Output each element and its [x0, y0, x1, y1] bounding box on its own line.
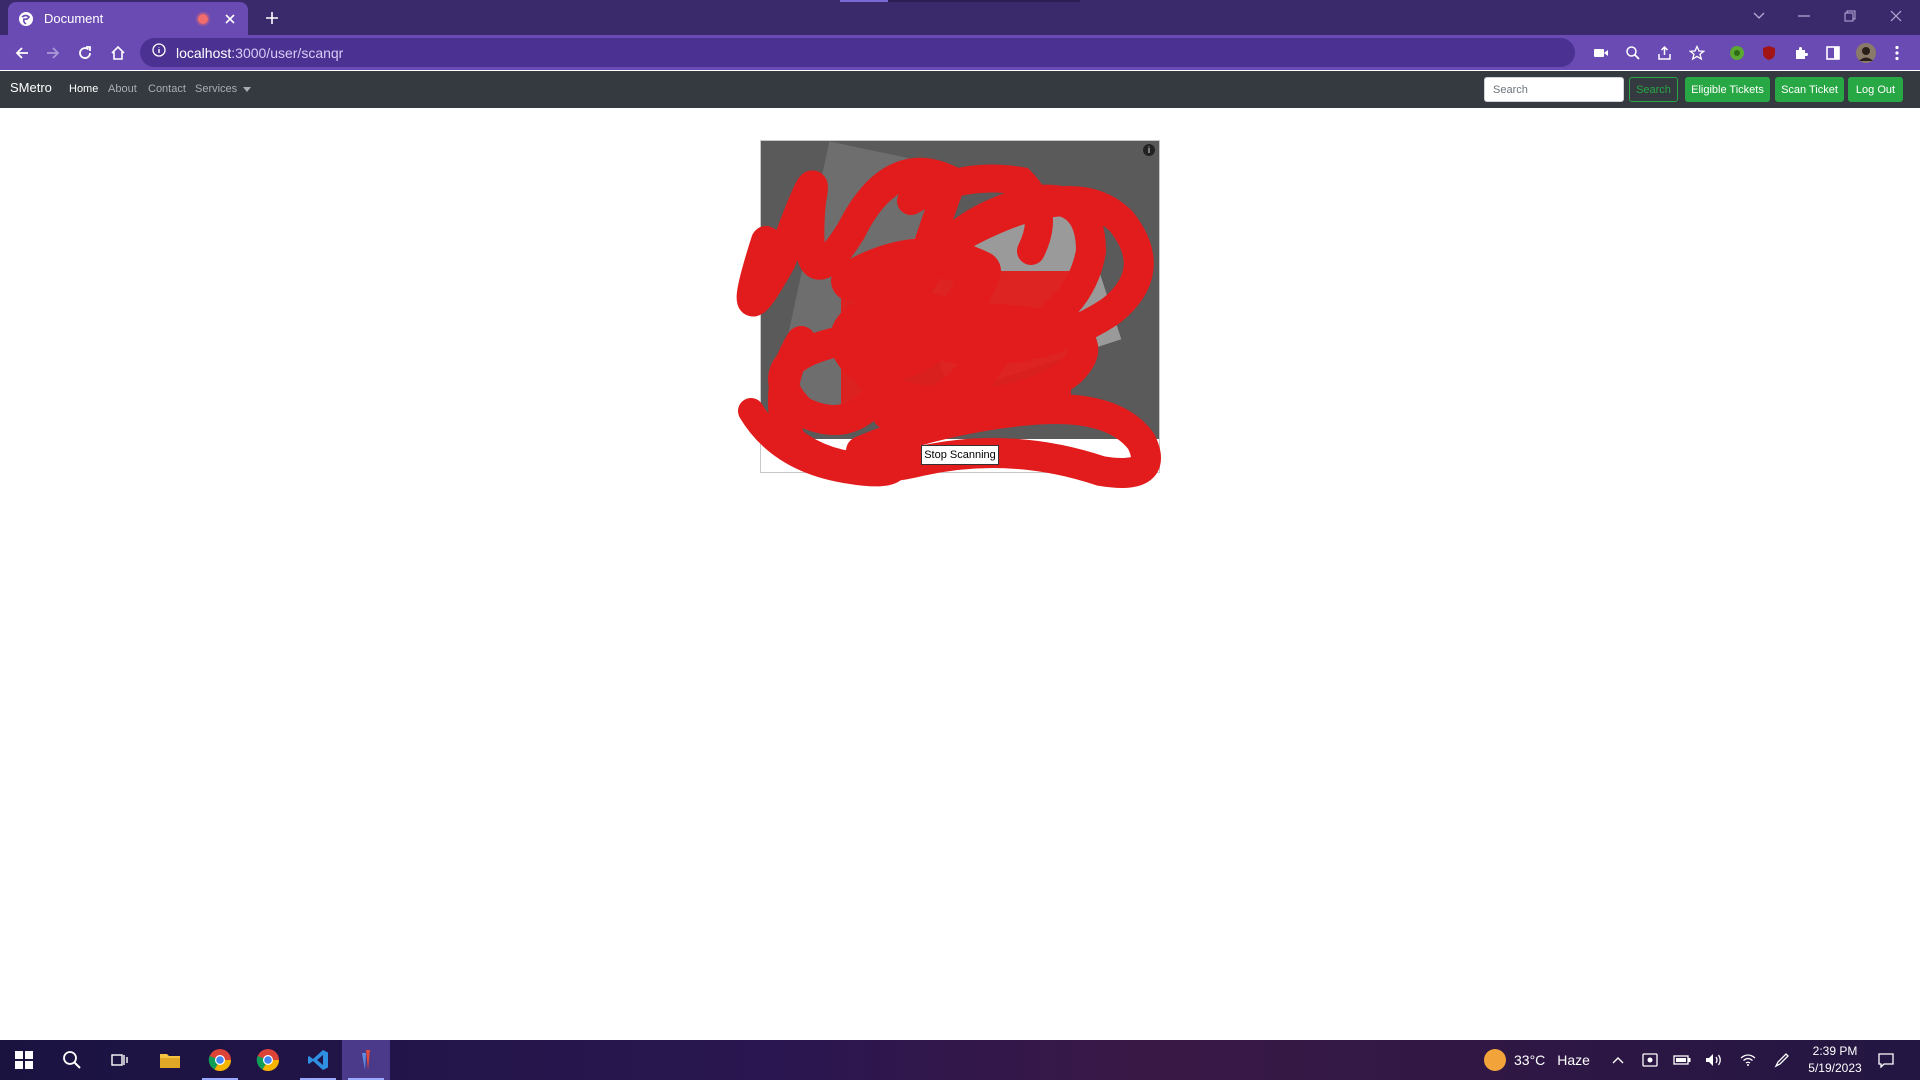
weather-temperature: 33°C	[1514, 1052, 1546, 1068]
nav-dropdown-services[interactable]: Services	[195, 83, 252, 95]
log-out-button[interactable]: Log Out	[1848, 77, 1903, 102]
close-window-icon[interactable]	[1882, 4, 1910, 28]
tab-strip-indicator	[840, 0, 888, 2]
app-taskbar-icon[interactable]	[342, 1040, 390, 1080]
caret-down-icon	[243, 86, 252, 92]
extensions-puzzle-icon[interactable]	[1790, 42, 1812, 64]
volume-icon[interactable]	[1702, 1040, 1726, 1080]
browser-tab[interactable]: Document	[8, 2, 248, 35]
home-icon[interactable]	[104, 39, 132, 67]
search-button[interactable]: Search	[1629, 77, 1678, 102]
tab-search-chevron-icon[interactable]	[1745, 4, 1773, 28]
bookmark-star-icon[interactable]	[1686, 42, 1708, 64]
windows-start-icon[interactable]	[0, 1040, 48, 1080]
nav-link-about[interactable]: About	[108, 83, 137, 95]
back-icon[interactable]	[8, 39, 36, 67]
search-input[interactable]	[1484, 77, 1624, 102]
system-clock[interactable]: 2:39 PM 5/19/2023	[1800, 1043, 1870, 1077]
nav-link-home[interactable]: Home	[69, 83, 98, 95]
scan-ticket-button[interactable]: Scan Ticket	[1775, 77, 1844, 102]
weather-description: Haze	[1557, 1052, 1590, 1068]
url-path: :3000/user/scanqr	[231, 44, 344, 61]
tab-title: Document	[44, 11, 104, 26]
url-host: localhost	[176, 44, 232, 61]
stop-scanning-button[interactable]: Stop Scanning	[921, 445, 999, 465]
browser-title-bar: Document	[0, 0, 1920, 35]
tab-strip-indicator	[888, 0, 1080, 2]
tab-close-icon[interactable]	[222, 11, 238, 27]
share-icon[interactable]	[1654, 42, 1676, 64]
restore-icon[interactable]	[1836, 4, 1864, 28]
chrome-profile-taskbar-icon[interactable]	[244, 1040, 292, 1080]
site-brand[interactable]: SMetro	[10, 80, 52, 95]
globe-icon	[18, 11, 34, 27]
tray-chevron-up-icon[interactable]	[1606, 1040, 1630, 1080]
new-tab-button[interactable]	[260, 6, 284, 30]
browser-toolbar: localhost:3000/user/scanqr	[0, 35, 1920, 70]
qr-scanner-panel: i Stop Scanning	[736, 140, 1161, 488]
reload-icon[interactable]	[71, 39, 99, 67]
clock-time: 2:39 PM	[1812, 1044, 1858, 1058]
browser-menu-icon[interactable]	[1886, 42, 1908, 64]
forward-icon[interactable]	[39, 39, 67, 67]
tray-app-icon[interactable]	[1638, 1040, 1662, 1080]
minimize-icon[interactable]	[1790, 4, 1818, 28]
task-view-icon[interactable]	[96, 1040, 144, 1080]
recording-indicator-icon	[198, 13, 208, 24]
windows-taskbar: 33°C Haze 2:39 PM 5/19/2023	[0, 1040, 1920, 1080]
taskbar-search-icon[interactable]	[48, 1040, 96, 1080]
notification-center-icon[interactable]	[1874, 1048, 1898, 1072]
zoom-icon[interactable]	[1622, 42, 1644, 64]
site-navbar: SMetro Home About Contact Services Searc…	[0, 71, 1920, 108]
weather-haze-icon	[1484, 1049, 1506, 1071]
clock-date: 5/19/2023	[1808, 1061, 1862, 1075]
side-panel-icon[interactable]	[1822, 42, 1844, 64]
camera-in-use-icon[interactable]	[1590, 42, 1612, 64]
pen-ink-icon[interactable]	[1770, 1040, 1794, 1080]
chrome-taskbar-icon[interactable]	[196, 1040, 244, 1080]
nav-dropdown-services-label: Services	[195, 83, 238, 95]
weather-widget[interactable]: 33°C Haze	[1484, 1040, 1590, 1080]
extension-green-icon[interactable]	[1726, 42, 1748, 64]
vscode-taskbar-icon[interactable]	[294, 1040, 342, 1080]
battery-icon[interactable]	[1670, 1040, 1694, 1080]
nav-link-contact[interactable]: Contact	[148, 83, 186, 95]
eligible-tickets-button[interactable]: Eligible Tickets	[1685, 77, 1770, 102]
ublock-origin-icon[interactable]	[1758, 42, 1780, 64]
file-explorer-icon[interactable]	[146, 1040, 194, 1080]
wifi-icon[interactable]	[1736, 1040, 1760, 1080]
site-info-icon[interactable]	[152, 43, 166, 62]
address-bar[interactable]: localhost:3000/user/scanqr	[140, 38, 1575, 67]
profile-avatar[interactable]	[1855, 42, 1877, 64]
